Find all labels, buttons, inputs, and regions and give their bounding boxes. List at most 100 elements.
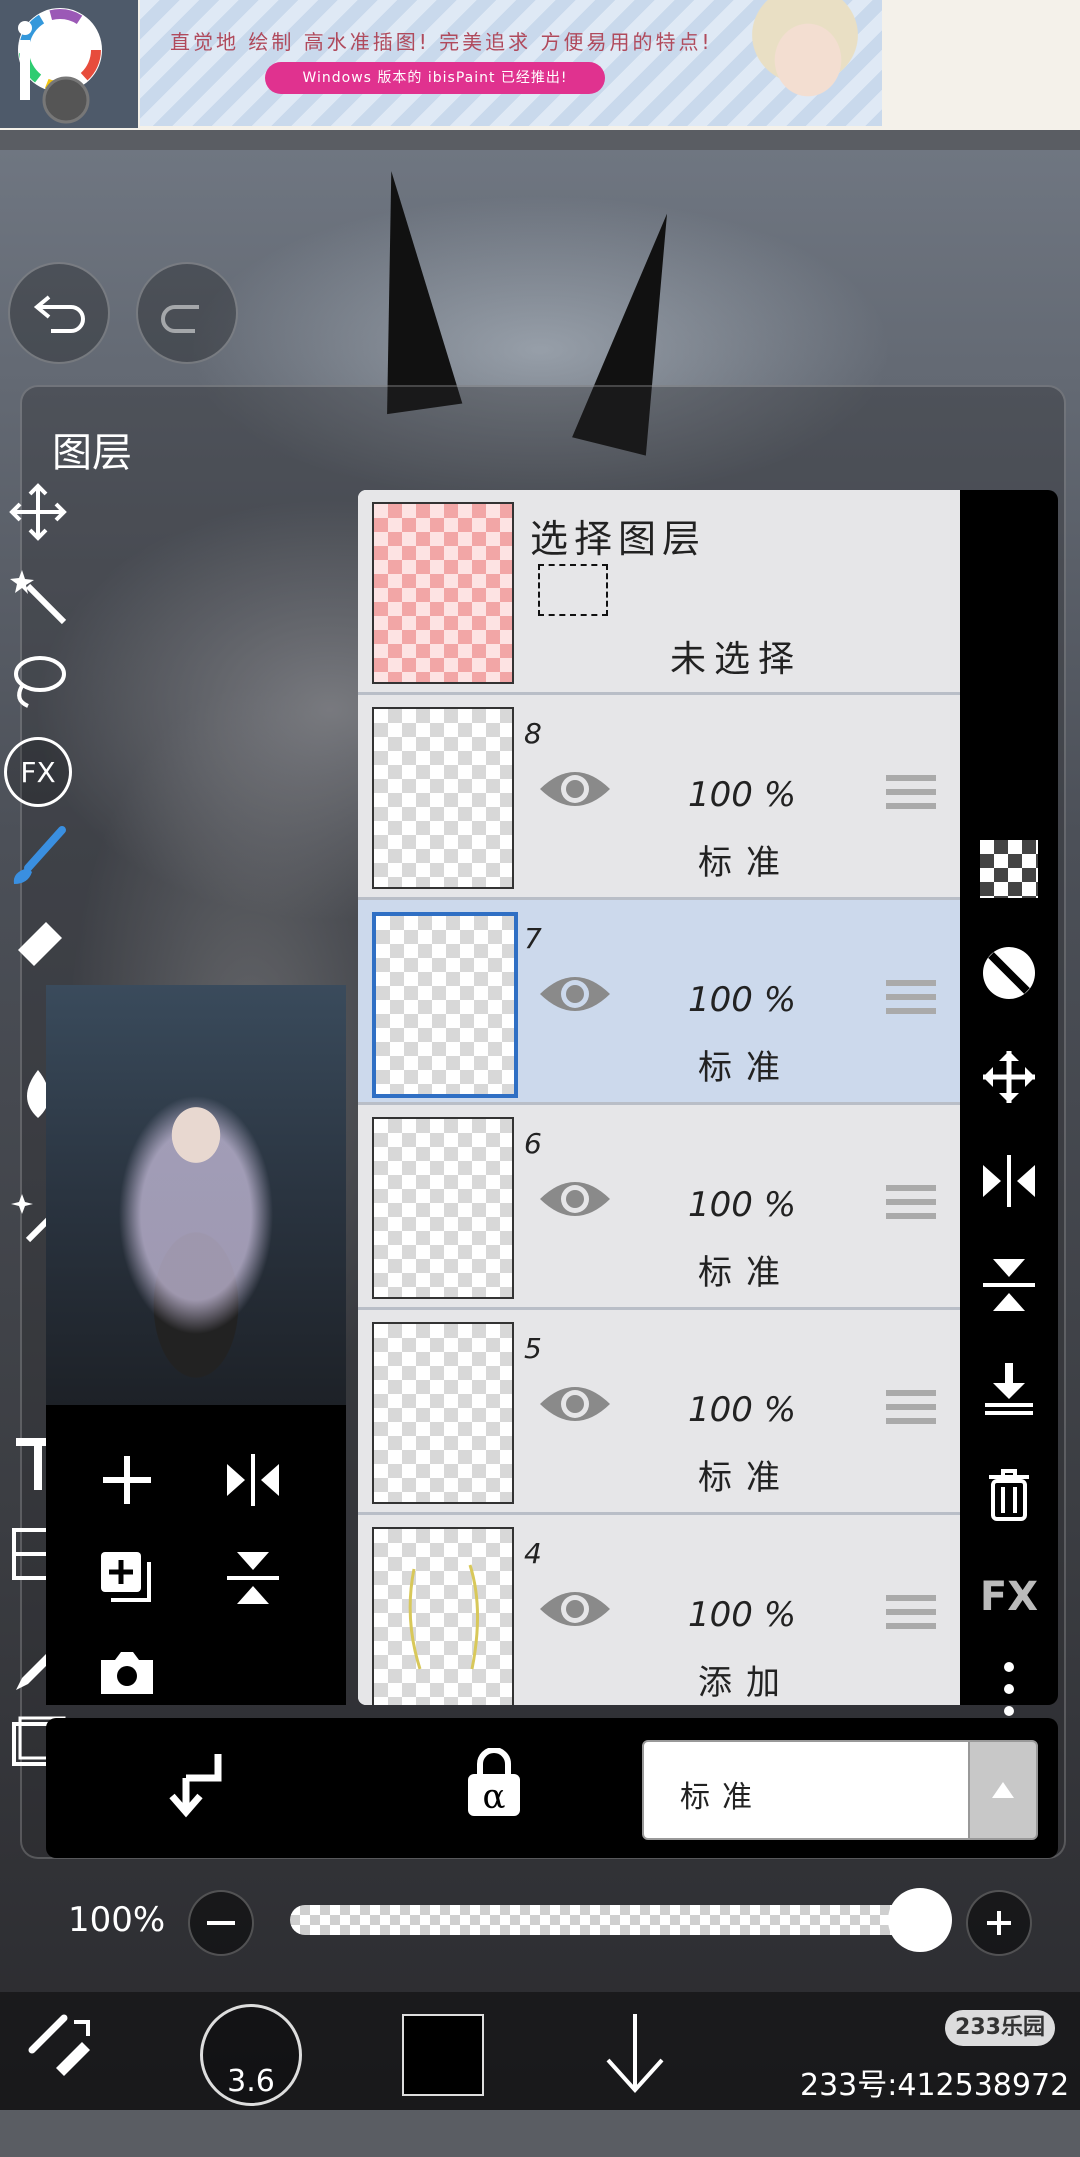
layer-opacity: 100 % (688, 1595, 797, 1635)
layer-blend-mode: 标准 (698, 1458, 794, 1498)
layer-thumbnail (372, 912, 518, 1098)
visibility-eye-icon[interactable] (538, 968, 612, 1020)
selection-status: 未选择 (670, 639, 803, 680)
alpha-lock-icon: α (468, 1747, 520, 1817)
lasso-tool[interactable] (4, 646, 72, 714)
ad-app-icon (0, 0, 138, 128)
flip-horizontal-icon (227, 1454, 279, 1506)
layer-number: 5 (524, 1332, 542, 1365)
move-icon (9, 483, 67, 541)
ad-banner[interactable]: 直觉地 绘制 高水准插图! 完美追求 方便易用的特点! Windows 版本的 … (0, 0, 1080, 130)
redo-icon (161, 305, 199, 333)
layer-opacity: 100 % (688, 1390, 797, 1430)
blend-mode-select[interactable]: 标准 (642, 1740, 970, 1840)
brush-size-button[interactable]: 3.6 (200, 2004, 302, 2106)
opacity-decrease-button[interactable] (188, 1890, 254, 1956)
opacity-slider-knob[interactable] (888, 1888, 952, 1952)
layer-row[interactable]: 8 100 % 标准 (358, 695, 960, 900)
layer-blend-mode: 标准 (698, 1048, 794, 1088)
lasso-icon (14, 656, 66, 708)
selection-layer-row[interactable]: 选择图层 未选择 (358, 490, 960, 695)
half-circle-icon (983, 947, 1035, 999)
brush-eraser-icon (28, 2014, 90, 2076)
drag-handle-icon[interactable] (886, 980, 936, 1022)
fx-icon: FX (4, 737, 72, 807)
undo-icon (33, 295, 85, 333)
drag-handle-icon[interactable] (886, 1595, 936, 1637)
layer-row[interactable]: 6 100 % 标准 (358, 1105, 960, 1310)
visibility-eye-icon[interactable] (538, 1583, 612, 1635)
add-layer-button[interactable] (92, 1445, 162, 1515)
layer-row[interactable]: 4 100 % 添加 (358, 1515, 960, 1705)
svg-text:α: α (483, 1777, 506, 1817)
panel-title: 图层 (52, 430, 132, 476)
magic-wand-tool[interactable] (4, 562, 72, 630)
camera-icon (101, 1652, 153, 1694)
artwork-ear (353, 165, 463, 415)
filter-tool[interactable]: FX (4, 737, 72, 807)
move-icon (983, 1051, 1035, 1103)
plus-icon (987, 1911, 1011, 1935)
opacity-value: 100% (68, 1900, 166, 1940)
drag-handle-icon[interactable] (886, 1390, 936, 1432)
more-options-button[interactable] (970, 1650, 1048, 1728)
layer-blend-mode: 添加 (698, 1663, 794, 1703)
reference-image-preview[interactable] (46, 985, 346, 1405)
visibility-eye-icon[interactable] (538, 763, 612, 815)
triangle-up-icon (992, 1782, 1014, 1798)
transparency-button[interactable] (970, 830, 1048, 908)
layer-filter-button[interactable]: FX (970, 1558, 1048, 1636)
ad-character-illustration (730, 0, 880, 126)
drag-handle-icon[interactable] (886, 775, 936, 817)
layer-opacity: 100 % (688, 775, 797, 815)
watermark-id: 233号:412538972 (800, 2068, 1070, 2103)
flip-layer-horizontal-button[interactable] (970, 1142, 1048, 1220)
layer-blend-mode: 标准 (698, 843, 794, 883)
layer-thumbnail (372, 1322, 514, 1504)
visibility-eye-icon[interactable] (538, 1173, 612, 1225)
flip-vertical-icon (983, 1259, 1035, 1311)
duplicate-icon (101, 1552, 151, 1602)
flip-vertical-button[interactable] (218, 1543, 288, 1613)
blend-mode-dropdown-button[interactable] (968, 1740, 1038, 1840)
trash-icon (989, 1469, 1029, 1521)
layer-thumbnail (372, 1527, 514, 1705)
layer-actions-panel (46, 1405, 346, 1705)
ad-cta[interactable]: Windows 版本的 ibisPaint 已经推出! (265, 62, 605, 94)
layer-row-selected[interactable]: 7 100 % 标准 (358, 900, 960, 1105)
clipping-button[interactable] (970, 934, 1048, 1012)
layer-thumbnail (372, 1117, 514, 1299)
alpha-lock-button[interactable]: α (466, 1747, 522, 1822)
tool-selection-button[interactable] (24, 2012, 98, 2090)
flip-layer-vertical-button[interactable] (970, 1246, 1048, 1324)
delete-layer-button[interactable] (970, 1454, 1048, 1532)
layer-number: 8 (524, 717, 542, 750)
eraser-tool[interactable] (4, 906, 72, 974)
flip-vertical-icon (227, 1552, 279, 1604)
layer-button[interactable] (600, 2010, 670, 2104)
watermark-badge: 233乐园 (945, 2010, 1055, 2046)
flip-horizontal-button[interactable] (218, 1445, 288, 1515)
opacity-slider-track[interactable] (290, 1905, 920, 1935)
drag-handle-icon[interactable] (886, 1185, 936, 1227)
transform-tool[interactable] (4, 478, 72, 546)
layer-opacity: 100 % (688, 1185, 797, 1225)
import-photo-button[interactable] (92, 1637, 162, 1707)
clip-down-button[interactable] (166, 1748, 230, 1822)
brush-tool[interactable] (4, 822, 72, 890)
plus-icon (103, 1456, 151, 1504)
visibility-eye-icon[interactable] (538, 1378, 612, 1430)
redo-button[interactable] (136, 262, 238, 364)
layer-tools-strip: FX (960, 490, 1058, 1716)
opacity-increase-button[interactable] (966, 1890, 1032, 1956)
layer-row[interactable]: 5 100 % 标准 (358, 1310, 960, 1515)
duplicate-layer-button[interactable] (92, 1543, 162, 1613)
color-swatch-button[interactable] (402, 2014, 484, 2096)
checker-icon (980, 840, 1038, 898)
move-layer-button[interactable] (970, 1038, 1048, 1116)
undo-button[interactable] (8, 262, 110, 364)
arrow-turn-down-icon (169, 1754, 222, 1818)
merge-down-button[interactable] (970, 1350, 1048, 1428)
merge-down-icon (985, 1363, 1033, 1415)
layer-list[interactable]: 选择图层 未选择 8 100 % 标准 7 100 % 标准 6 100 % 标… (358, 490, 960, 1705)
